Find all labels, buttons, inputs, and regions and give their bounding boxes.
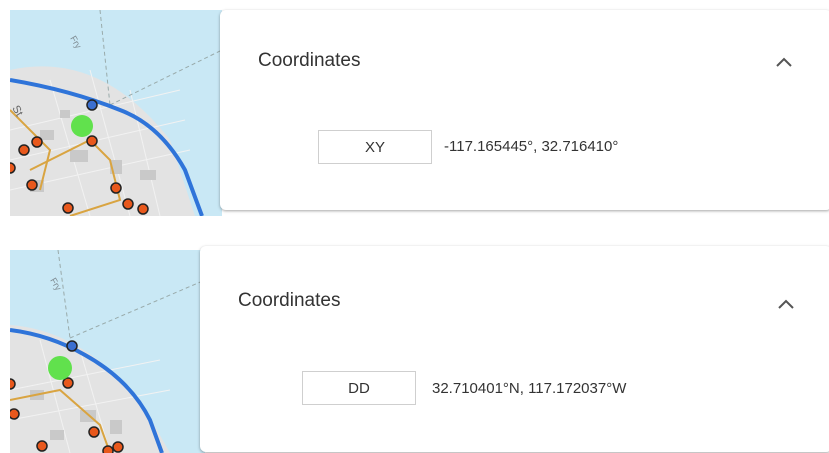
location-dot-icon (71, 115, 93, 137)
coordinates-card: Coordinates DD 32.710401°N, 117.172037°W (200, 246, 829, 452)
chevron-up-icon (778, 299, 794, 309)
coordinate-value: -117.165445°, 32.716410° (444, 138, 619, 155)
collapse-button[interactable] (772, 290, 800, 318)
coordinates-card: Coordinates XY -117.165445°, 32.716410° (220, 10, 829, 210)
collapse-button[interactable] (770, 48, 798, 76)
chevron-up-icon (776, 57, 792, 67)
coordinates-panel-top: Fry St Coordinates XY -117.165445°, 32.7… (0, 0, 829, 220)
coordinate-format-select[interactable]: DD (302, 371, 416, 405)
location-dot-icon (48, 356, 72, 380)
coordinates-panel-bottom: Fry Coordinates DD 32.710401°N, 117.1720… (0, 240, 829, 453)
coordinate-value: 32.710401°N, 117.172037°W (432, 380, 627, 397)
map-view[interactable]: Fry (10, 250, 205, 453)
card-title: Coordinates (238, 290, 341, 311)
map-view[interactable]: Fry St (10, 10, 222, 216)
card-title: Coordinates (258, 50, 361, 71)
coordinate-format-select[interactable]: XY (318, 130, 432, 164)
